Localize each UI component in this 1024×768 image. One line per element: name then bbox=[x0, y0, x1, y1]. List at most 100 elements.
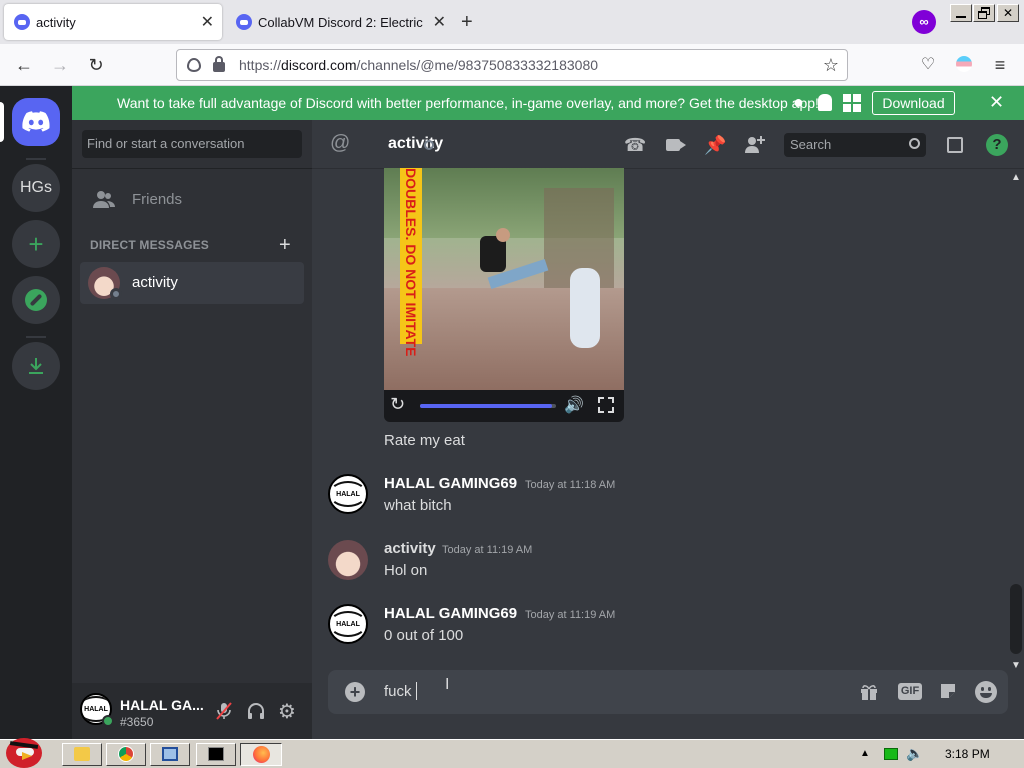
command-prompt-icon bbox=[208, 747, 224, 761]
message-timestamp: Today at 11:19 AM bbox=[525, 609, 616, 621]
taskbar: ▲ 🔈 3:18 PM bbox=[0, 738, 1024, 768]
tab-activity[interactable]: activity ✕ bbox=[4, 4, 222, 40]
browser-tab-bar: activity ✕ CollabVM Discord 2: Electric … bbox=[0, 0, 1024, 44]
download-button[interactable]: Download bbox=[872, 91, 955, 115]
close-tab-icon[interactable]: ✕ bbox=[201, 12, 214, 32]
divider bbox=[26, 158, 46, 160]
close-banner-icon[interactable]: ✕ bbox=[989, 92, 1004, 113]
message-text: Hol on bbox=[384, 562, 428, 579]
close-window-button[interactable]: ✕ bbox=[997, 4, 1019, 22]
message-timestamp: Today at 11:19 AM bbox=[442, 544, 533, 556]
volume-icon[interactable]: 🔊 bbox=[564, 395, 584, 415]
chrome-icon bbox=[118, 746, 134, 762]
help-icon[interactable]: ? bbox=[986, 134, 1008, 156]
settings-gear-icon[interactable]: ⚙ bbox=[278, 699, 296, 724]
download-icon bbox=[29, 358, 43, 374]
taskbar-chrome-button[interactable] bbox=[106, 743, 146, 766]
back-icon[interactable]: ← bbox=[12, 53, 36, 77]
avatar[interactable]: HALAL bbox=[328, 474, 368, 514]
video-frame[interactable]: DOUBLES. DO NOT IMITATE bbox=[384, 168, 624, 390]
server-hgs[interactable]: HGs bbox=[12, 164, 60, 212]
inbox-icon[interactable] bbox=[944, 134, 966, 156]
conversation-search-input[interactable]: Find or start a conversation bbox=[82, 130, 302, 158]
tab-label: CollabVM Discord 2: Electric bbox=[258, 14, 423, 30]
at-sign-icon: @ bbox=[330, 132, 351, 154]
window-icon bbox=[162, 747, 178, 761]
message-scrollbar[interactable]: ▲ ▼ bbox=[1008, 168, 1024, 671]
emoji-icon[interactable] bbox=[975, 681, 997, 703]
taskbar-window-button[interactable] bbox=[150, 743, 190, 766]
message-author[interactable]: HALAL GAMING69 bbox=[384, 605, 517, 622]
volume-icon[interactable]: 🔈 bbox=[906, 745, 923, 762]
network-icon[interactable] bbox=[884, 748, 898, 760]
menu-icon[interactable]: ≡ bbox=[988, 53, 1012, 77]
headphones-icon[interactable] bbox=[246, 701, 266, 721]
gift-icon[interactable] bbox=[859, 682, 879, 702]
message-text: what bitch bbox=[384, 497, 452, 514]
voice-call-icon[interactable]: ☎ bbox=[624, 134, 646, 156]
add-server-button[interactable]: + bbox=[12, 220, 60, 268]
avatar[interactable]: HALAL bbox=[328, 604, 368, 644]
restore-window-button[interactable] bbox=[973, 4, 995, 22]
apple-icon: ● bbox=[793, 92, 804, 112]
reload-icon[interactable]: ↻ bbox=[84, 53, 108, 77]
sticker-icon[interactable] bbox=[938, 681, 958, 701]
message-list: DOUBLES. DO NOT IMITATE ↻ 🔊 Rate my eat … bbox=[312, 168, 1024, 670]
scroll-down-icon[interactable]: ▼ bbox=[1011, 660, 1021, 671]
muted-mic-icon[interactable] bbox=[214, 701, 234, 721]
user-panel: HALAL HALAL GA... #3650 ⚙ bbox=[72, 683, 312, 739]
discord-home-button[interactable] bbox=[12, 98, 60, 146]
create-dm-icon[interactable]: + bbox=[279, 234, 291, 257]
search-icon bbox=[909, 138, 920, 149]
download-apps-button[interactable] bbox=[12, 342, 60, 390]
url-bar[interactable]: https://discord.com/channels/@me/9837508… bbox=[176, 49, 848, 81]
gif-button[interactable]: GIF bbox=[898, 683, 922, 700]
server-list: HGs + bbox=[0, 86, 72, 739]
friends-icon bbox=[93, 191, 115, 208]
attach-plus-icon[interactable]: + bbox=[345, 682, 365, 702]
message-input[interactable]: fuck bbox=[384, 683, 416, 700]
message-composer[interactable]: + fuck I GIF bbox=[328, 670, 1008, 714]
start-button-angry-bird-icon[interactable] bbox=[2, 734, 46, 768]
friends-label: Friends bbox=[132, 191, 183, 208]
replay-icon[interactable]: ↻ bbox=[390, 394, 405, 415]
forward-icon[interactable]: → bbox=[48, 53, 72, 77]
discord-favicon-icon bbox=[236, 14, 252, 30]
plus-icon: + bbox=[28, 228, 44, 259]
avatar[interactable] bbox=[328, 540, 368, 580]
folder-icon bbox=[74, 747, 90, 761]
new-tab-icon[interactable]: + bbox=[461, 11, 473, 34]
taskbar-cmd-button[interactable] bbox=[196, 743, 236, 766]
chat-header: @ activity ☎ 📌 Search ? bbox=[312, 120, 1024, 168]
bookmark-star-icon[interactable]: ☆ bbox=[823, 50, 839, 80]
add-friends-to-dm-icon[interactable] bbox=[744, 134, 766, 156]
taskbar-firefox-button[interactable] bbox=[240, 743, 282, 766]
tab-collabvm[interactable]: CollabVM Discord 2: Electric ✕ bbox=[226, 4, 454, 40]
explore-servers-button[interactable] bbox=[12, 276, 60, 324]
search-placeholder: Search bbox=[790, 137, 832, 152]
video-progress-track[interactable] bbox=[420, 404, 556, 408]
scrollbar-thumb[interactable] bbox=[1010, 584, 1022, 654]
video-attachment[interactable]: DOUBLES. DO NOT IMITATE ↻ 🔊 bbox=[384, 168, 624, 422]
firefox-icon bbox=[252, 746, 270, 763]
pocket-icon[interactable]: ♡ bbox=[916, 53, 940, 77]
header-search-input[interactable]: Search bbox=[784, 133, 926, 157]
banner-text: Want to take full advantage of Discord w… bbox=[117, 95, 819, 111]
friends-nav-item[interactable]: Friends bbox=[80, 180, 304, 220]
fullscreen-icon[interactable] bbox=[598, 397, 614, 413]
message-text: Rate my eat bbox=[384, 432, 465, 449]
text-cursor-icon: I bbox=[445, 676, 450, 693]
video-call-icon[interactable] bbox=[664, 134, 686, 156]
message-author[interactable]: activity bbox=[384, 540, 436, 557]
scroll-up-icon[interactable]: ▲ bbox=[1011, 172, 1021, 183]
shield-icon[interactable] bbox=[187, 58, 201, 72]
pinned-messages-icon[interactable]: 📌 bbox=[704, 134, 726, 156]
close-tab-icon[interactable]: ✕ bbox=[433, 12, 446, 32]
taskbar-explorer-button[interactable] bbox=[62, 743, 102, 766]
dm-item-activity[interactable]: activity bbox=[80, 262, 304, 304]
lock-shackle bbox=[215, 56, 223, 64]
show-hidden-icons[interactable]: ▲ bbox=[860, 748, 870, 759]
extension-icon[interactable] bbox=[952, 53, 976, 77]
message-author[interactable]: HALAL GAMING69 bbox=[384, 475, 517, 492]
minimize-window-button[interactable] bbox=[950, 4, 972, 22]
